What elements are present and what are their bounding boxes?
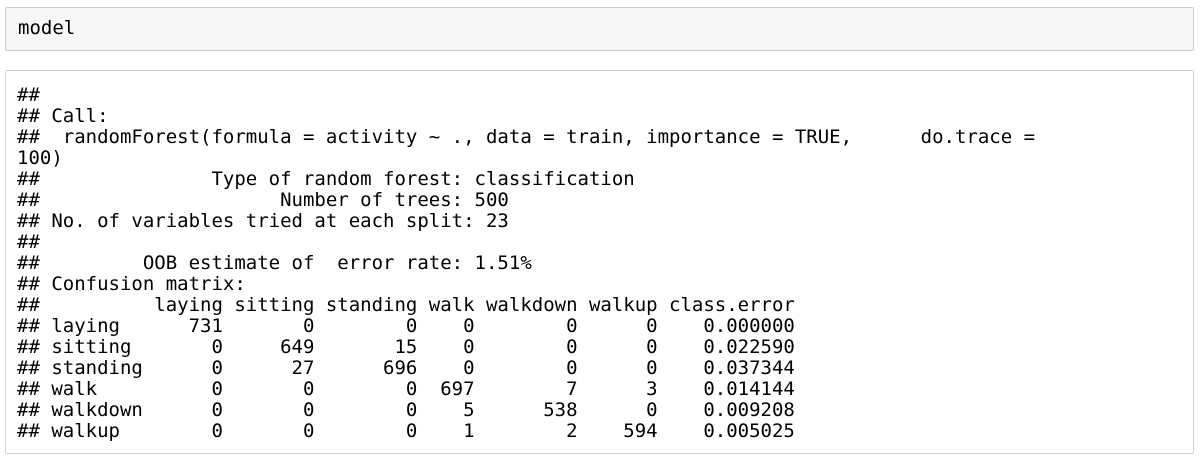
output-line-oob-error: ## OOB estimate of error rate: 1.51% [17,252,532,274]
confusion-matrix-header: ## laying sitting standing walk walkdown… [17,294,795,316]
confusion-row-laying: ## laying 731 0 0 0 0 0 0.000000 [17,315,795,337]
output-line-formula-wrap: 100) [17,147,63,169]
output-line-blank-1: ## [17,84,40,106]
output-line-mtry: ## No. of variables tried at each split:… [17,210,509,232]
confusion-row-walkdown: ## walkdown 0 0 0 5 538 0 0.009208 [17,399,795,421]
output-line-forest-type: ## Type of random forest: classification [17,168,635,190]
confusion-row-sitting: ## sitting 0 649 15 0 0 0 0.022590 [17,336,795,358]
confusion-row-standing: ## standing 0 27 696 0 0 0 0.037344 [17,357,795,379]
output-text: ## ## Call: ## randomForest(formula = acti… [17,85,1035,442]
confusion-row-walk: ## walk 0 0 0 697 7 3 0.014144 [17,378,795,400]
output-line-confusion-title: ## Confusion matrix: [17,273,246,295]
output-line-num-trees: ## Number of trees: 500 [17,189,509,211]
output-line-call: ## Call: [17,105,109,127]
output-line-blank-2: ## [17,231,40,253]
input-code[interactable]: model [18,18,75,39]
code-output-cell: ## ## Call: ## randomForest(formula = acti… [5,70,1194,454]
output-line-formula: ## randomForest(formula = activity ~ ., … [17,126,1036,148]
confusion-row-walkup: ## walkup 0 0 0 1 2 594 0.005025 [17,420,795,442]
code-input-cell[interactable]: model [5,7,1194,51]
